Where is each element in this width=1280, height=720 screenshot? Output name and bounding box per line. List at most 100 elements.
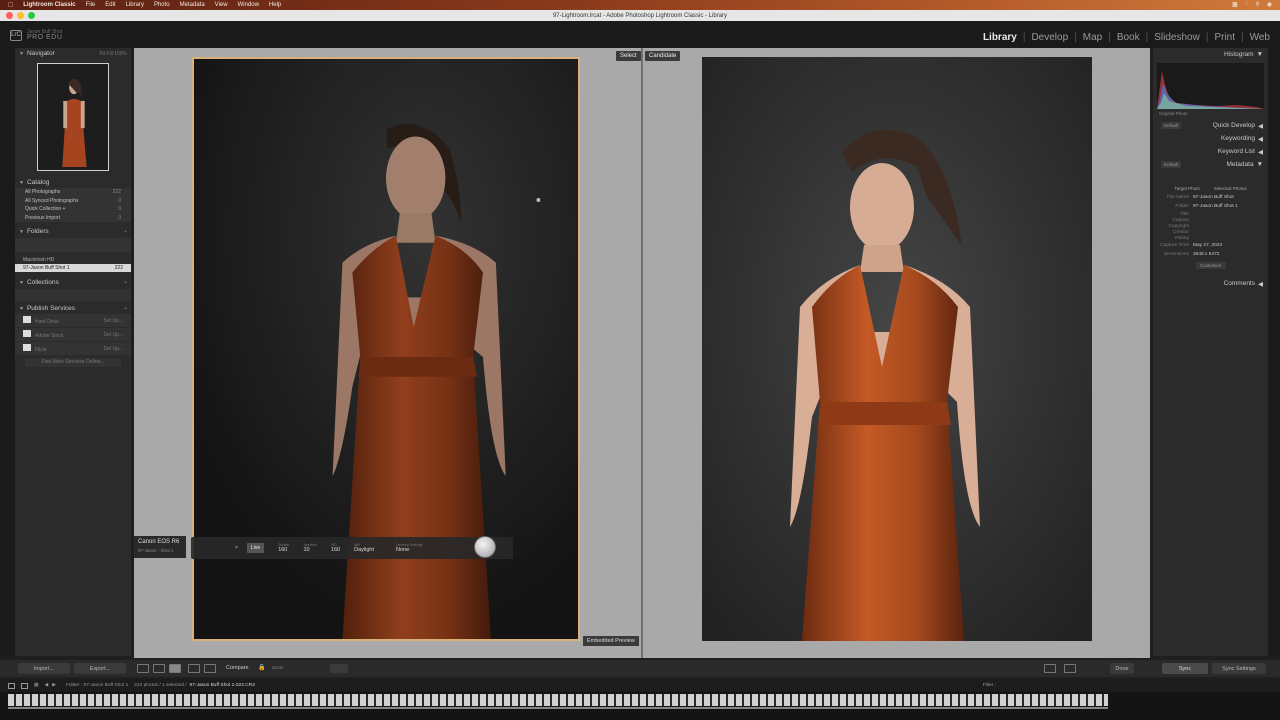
module-print[interactable]: Print bbox=[1214, 32, 1235, 43]
capture-shutter-button[interactable] bbox=[474, 536, 496, 558]
swap-icon[interactable] bbox=[1044, 664, 1056, 673]
menu-file[interactable]: File bbox=[86, 2, 96, 8]
zoom-100[interactable]: 100% bbox=[114, 51, 127, 57]
module-web[interactable]: Web bbox=[1250, 32, 1270, 43]
loupe-view-icon[interactable] bbox=[153, 664, 165, 673]
module-book[interactable]: Book bbox=[1117, 32, 1140, 43]
grid-view-icon[interactable] bbox=[137, 664, 149, 673]
histogram-graph bbox=[1157, 63, 1264, 109]
menu-library[interactable]: Library bbox=[126, 2, 144, 8]
filmstrip-current-file[interactable]: 97-Jason Buff Shot 1-222.CR3 bbox=[190, 683, 255, 688]
compare-view-icon[interactable] bbox=[169, 664, 181, 673]
hud-close-icon[interactable]: × bbox=[235, 545, 238, 551]
menu-metadata[interactable]: Metadata bbox=[180, 2, 205, 8]
add-publish-service-icon[interactable]: + bbox=[124, 306, 127, 312]
link-focus-icon[interactable]: 🔒 bbox=[258, 664, 265, 671]
publish-service-item[interactable]: Flickr Set Up... bbox=[15, 342, 131, 355]
filmstrip-thumbnails[interactable] bbox=[8, 694, 1108, 706]
back-arrow-icon[interactable]: ◀ bbox=[45, 683, 49, 688]
zoom-fill[interactable]: Fill bbox=[106, 51, 112, 57]
publish-service-item[interactable]: Hard Drive Set Up... bbox=[15, 314, 131, 327]
export-button[interactable]: Export... bbox=[74, 663, 126, 674]
original-photo-checkbox[interactable]: Original Photo bbox=[1153, 111, 1268, 119]
hud-develop-settings[interactable]: Develop Settings None bbox=[396, 543, 422, 553]
forward-arrow-icon[interactable]: ▶ bbox=[52, 683, 56, 688]
publish-setup-link[interactable]: Set Up... bbox=[104, 318, 123, 324]
people-view-icon[interactable] bbox=[204, 664, 216, 673]
sync-settings-button[interactable]: Sync Settings bbox=[1212, 663, 1266, 674]
catalog-item[interactable]: All Photographs 222 bbox=[15, 188, 131, 197]
done-button[interactable]: Done bbox=[1110, 663, 1134, 674]
navigator-header[interactable]: ▼ Navigator Fit Fill 100% bbox=[15, 48, 131, 59]
apple-icon[interactable]:  bbox=[8, 2, 13, 9]
module-slideshow[interactable]: Slideshow bbox=[1154, 32, 1200, 43]
keyword-list-header[interactable]: Keyword List ◀ bbox=[1153, 145, 1268, 158]
menu-help[interactable]: Help bbox=[269, 2, 281, 8]
publish-service-item[interactable]: Adobe Stock Set Up... bbox=[15, 328, 131, 341]
publish-setup-link[interactable]: Set Up... bbox=[104, 332, 123, 338]
tab-selected-photos[interactable]: Selected Photos bbox=[1214, 186, 1247, 191]
metadata-row[interactable]: Folder 97-Jason Buff Shot 1 bbox=[1153, 202, 1268, 211]
menu-app[interactable]: Lightroom Classic bbox=[23, 2, 75, 8]
filmstrip-second-window-icon[interactable] bbox=[21, 682, 28, 689]
menu-window[interactable]: Window bbox=[238, 2, 259, 8]
live-view-button[interactable]: Live bbox=[247, 543, 265, 553]
collection-search-field[interactable] bbox=[15, 289, 131, 301]
add-folder-icon[interactable]: + bbox=[124, 229, 127, 235]
publish-services-header[interactable]: ▼ Publish Services + bbox=[15, 303, 131, 314]
catalog-item[interactable]: Previous Import 0 bbox=[15, 213, 131, 222]
search-icon[interactable]: ⚲ bbox=[1255, 1, 1259, 8]
zoom-window-button[interactable] bbox=[28, 12, 35, 19]
metadata-preset-select[interactable]: Default bbox=[1161, 161, 1182, 168]
survey-view-icon[interactable] bbox=[188, 664, 200, 673]
zoom-fit[interactable]: Fit bbox=[99, 51, 105, 57]
comments-header[interactable]: Comments ◀ bbox=[1153, 277, 1268, 290]
module-map[interactable]: Map bbox=[1083, 32, 1102, 43]
filmstrip-scrollbar[interactable] bbox=[8, 707, 1108, 709]
filmstrip[interactable] bbox=[0, 692, 1280, 720]
quick-develop-header[interactable]: Default Quick Develop ◀ bbox=[1153, 119, 1268, 132]
control-center-icon[interactable]: ◉ bbox=[1267, 1, 1272, 8]
keywording-header[interactable]: Keywording ◀ bbox=[1153, 132, 1268, 145]
saved-preset-select[interactable]: Default bbox=[1161, 122, 1182, 129]
grid-icon[interactable]: ▦ bbox=[34, 683, 39, 688]
folders-header[interactable]: ▼ Folders + bbox=[15, 226, 131, 237]
module-develop[interactable]: Develop bbox=[1031, 32, 1068, 43]
make-select-icon[interactable] bbox=[1064, 664, 1076, 673]
import-button[interactable]: Import... bbox=[18, 663, 70, 674]
menu-edit[interactable]: Edit bbox=[105, 2, 115, 8]
navigator-preview[interactable] bbox=[37, 63, 109, 171]
filmstrip-folder-label[interactable]: Folder : 97-Jason Buff Shot 1 bbox=[66, 683, 128, 688]
volume-row[interactable]: Macintosh HD bbox=[15, 256, 131, 264]
collections-label: Collections bbox=[26, 279, 59, 286]
catalog-header[interactable]: ▼ Catalog bbox=[15, 177, 131, 188]
histogram-header[interactable]: Histogram ▼ bbox=[1153, 48, 1268, 61]
menu-view[interactable]: View bbox=[215, 2, 228, 8]
navigator-zoom-options[interactable]: Fit Fill 100% bbox=[99, 51, 127, 57]
hud-wb[interactable]: WB Daylight bbox=[354, 543, 374, 553]
sync-button[interactable]: Sync bbox=[1162, 663, 1208, 674]
collections-header[interactable]: ▼ Collections + bbox=[15, 277, 131, 288]
catalog-item-name: Quick Collection + bbox=[25, 206, 66, 213]
close-window-button[interactable] bbox=[6, 12, 13, 19]
module-library[interactable]: Library bbox=[983, 32, 1017, 43]
add-collection-icon[interactable]: + bbox=[124, 280, 127, 286]
folder-search-field[interactable] bbox=[15, 238, 131, 252]
filmstrip-filter-label[interactable]: Filter : bbox=[983, 683, 996, 688]
catalog-item[interactable]: All Synced Photographs 0 bbox=[15, 196, 131, 205]
candidate-photo[interactable] bbox=[702, 57, 1092, 641]
publish-setup-link[interactable]: Set Up... bbox=[104, 346, 123, 352]
metadata-header[interactable]: Default Metadata ▼ bbox=[1153, 158, 1268, 171]
tab-target-photo[interactable]: Target Photo bbox=[1174, 186, 1200, 191]
customize-button[interactable]: Customize bbox=[1195, 262, 1226, 269]
folder-item-selected[interactable]: 97-Jason Buff Shot 1 222 bbox=[15, 264, 131, 272]
menu-photo[interactable]: Photo bbox=[154, 2, 170, 8]
filmstrip-main-window-icon[interactable] bbox=[8, 682, 15, 689]
battery-icon[interactable]: ▩ bbox=[1232, 1, 1238, 8]
zoom-slider[interactable] bbox=[330, 664, 348, 673]
metadata-row[interactable]: File Name 97-Jason Buff Shot bbox=[1153, 193, 1268, 202]
catalog-item[interactable]: Quick Collection + 0 bbox=[15, 205, 131, 214]
wifi-icon[interactable]: ◌ bbox=[1245, 1, 1249, 8]
find-more-services-button[interactable]: Find More Services Online... bbox=[25, 358, 121, 367]
minimize-window-button[interactable] bbox=[17, 12, 24, 19]
